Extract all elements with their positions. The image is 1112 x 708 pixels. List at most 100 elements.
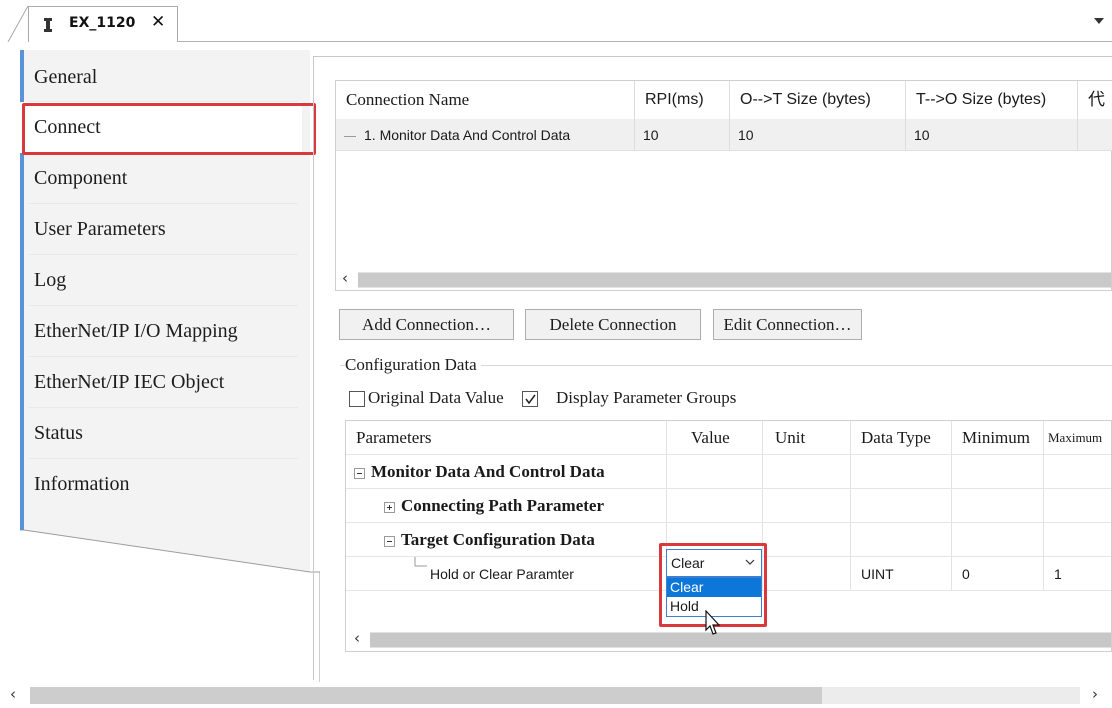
scroll-thumb[interactable] <box>358 273 1111 287</box>
nav-item-log[interactable]: Log <box>20 255 302 306</box>
original-data-value-checkbox[interactable] <box>349 391 365 407</box>
nav-item-label: EtherNet/IP IEC Object <box>34 371 225 393</box>
tree-node-label: Target Configuration Data <box>401 530 595 549</box>
dropdown-selected-value: Clear <box>671 555 705 571</box>
connection-name-cell: 1. Monitor Data And Control Data <box>336 119 635 150</box>
nav-item-ethernetip-iec-object[interactable]: EtherNet/IP IEC Object <box>20 357 302 408</box>
value-cell <box>667 455 763 488</box>
nav-item-information[interactable]: Information <box>20 459 302 510</box>
nav-item-user-parameters[interactable]: User Parameters <box>20 204 302 255</box>
maximum-cell <box>1044 455 1111 488</box>
column-header-data-type[interactable]: Data Type <box>851 421 952 454</box>
column-header-to-size[interactable]: T-->O Size (bytes) <box>906 81 1078 119</box>
scroll-left-icon[interactable]: ‹ <box>354 629 360 647</box>
tree-node-root: Monitor Data And Control Data <box>346 455 667 488</box>
param-name: Hold or Clear Paramter <box>430 566 574 582</box>
display-parameter-groups-label[interactable]: Display Parameter Groups <box>556 388 736 408</box>
value-dropdown[interactable]: Clear <box>666 549 762 577</box>
collapse-icon[interactable] <box>384 535 395 547</box>
nav-item-label: User Parameters <box>34 218 166 240</box>
unit-cell <box>763 523 851 556</box>
scroll-thumb[interactable] <box>370 633 1111 647</box>
minimum-cell <box>952 489 1044 522</box>
nav-item-label: Log <box>34 269 67 291</box>
table-row[interactable]: Connecting Path Parameter <box>346 489 1111 523</box>
column-header-connection-name[interactable]: Connection Name <box>336 81 635 119</box>
collapse-icon[interactable] <box>354 467 365 479</box>
data-type-cell <box>851 455 952 488</box>
table-row[interactable]: 1. Monitor Data And Control Data 10 10 1… <box>336 119 1112 151</box>
to-size-cell: 10 <box>906 119 1078 150</box>
param-name-cell: Hold or Clear Paramter <box>346 557 667 590</box>
data-type-cell <box>851 489 952 522</box>
edit-connection-button[interactable]: Edit Connection… <box>713 309 862 340</box>
value-cell <box>667 489 763 522</box>
nav-item-label: Connect <box>34 116 101 138</box>
tree-line <box>414 557 427 567</box>
column-header-parameters[interactable]: Parameters <box>346 421 667 454</box>
maximum-cell <box>1044 523 1111 556</box>
rpi-cell: 10 <box>635 119 730 150</box>
mouse-pointer-icon <box>705 610 721 635</box>
column-header-unit[interactable]: Unit <box>763 421 851 454</box>
column-header-rpi[interactable]: RPI(ms) <box>635 81 730 119</box>
nav-item-component[interactable]: Component <box>20 153 302 204</box>
nav-item-ethernetip-io-mapping[interactable]: EtherNet/IP I/O Mapping <box>20 306 302 357</box>
expand-icon[interactable] <box>384 501 395 513</box>
tab-title: EX_1120 <box>69 15 136 31</box>
scroll-left-icon[interactable]: ‹ <box>342 269 348 287</box>
nav-item-label: General <box>34 66 98 88</box>
maximum-cell: 1 <box>1054 566 1062 582</box>
nav-item-label: EtherNet/IP I/O Mapping <box>34 320 238 342</box>
close-icon[interactable]: ✕ <box>151 12 165 32</box>
unit-cell <box>763 489 851 522</box>
minimum-cell: 0 <box>952 557 1044 590</box>
nav-item-connect[interactable]: Connect <box>20 102 302 153</box>
original-data-value-label[interactable]: Original Data Value <box>368 388 504 408</box>
nav-item-label: Status <box>34 422 83 444</box>
parameter-table-scrollbar[interactable]: ‹ <box>346 629 1111 651</box>
extra-cell <box>1078 119 1112 150</box>
scroll-right-icon[interactable]: › <box>1092 685 1098 703</box>
column-header-value[interactable]: Value <box>667 421 763 454</box>
tab-bar: EX_1120 ✕ <box>0 0 1112 42</box>
table-row[interactable]: Monitor Data And Control Data <box>346 455 1111 489</box>
tree-node-label: Monitor Data And Control Data <box>371 462 605 481</box>
table-header: Connection Name RPI(ms) O-->T Size (byte… <box>336 81 1112 119</box>
unit-cell <box>763 557 851 590</box>
add-connection-button[interactable]: Add Connection… <box>339 309 514 340</box>
delete-connection-button[interactable]: Delete Connection <box>525 309 701 340</box>
data-type-cell <box>851 523 952 556</box>
nav-item-status[interactable]: Status <box>20 408 302 459</box>
device-icon <box>44 18 52 32</box>
tree-line <box>344 135 356 137</box>
minimum-cell <box>952 455 1044 488</box>
tree-node-target-config: Target Configuration Data <box>346 523 667 556</box>
column-header-maximum[interactable]: Maximum <box>1044 421 1111 454</box>
nav-item-general[interactable]: General <box>20 52 302 102</box>
display-parameter-groups-checkbox[interactable] <box>522 391 538 407</box>
nav-list: General Connect Component User Parameter… <box>20 52 302 510</box>
scroll-thumb[interactable] <box>30 687 822 704</box>
dropdown-option-clear[interactable]: Clear <box>667 578 761 597</box>
connection-table[interactable]: Connection Name RPI(ms) O-->T Size (byte… <box>335 80 1112 291</box>
column-header-minimum[interactable]: Minimum <box>952 421 1044 454</box>
column-header-ot-size[interactable]: O-->T Size (bytes) <box>730 81 906 119</box>
page-horizontal-scrollbar[interactable]: ‹ › <box>0 682 1112 708</box>
chevron-down-icon[interactable] <box>1094 18 1104 24</box>
configuration-data-caption: Configuration Data <box>345 355 481 375</box>
checkmark-icon <box>525 394 536 405</box>
maximum-cell <box>1044 489 1111 522</box>
table-header: Parameters Value Unit Data Type Minimum … <box>346 421 1111 455</box>
scroll-left-icon[interactable]: ‹ <box>10 685 16 703</box>
connection-table-scrollbar[interactable]: ‹ <box>336 269 1111 290</box>
column-header-extra[interactable]: 代 <box>1078 81 1112 119</box>
data-type-cell: UINT <box>851 557 952 590</box>
tree-node-connecting-path: Connecting Path Parameter <box>346 489 667 522</box>
unit-cell <box>763 455 851 488</box>
chevron-down-icon[interactable] <box>745 559 755 566</box>
tree-node-label: Connecting Path Parameter <box>401 496 605 515</box>
parameter-table[interactable]: Parameters Value Unit Data Type Minimum … <box>345 420 1112 652</box>
nav-item-label: Component <box>34 167 128 189</box>
document-tab[interactable]: EX_1120 ✕ <box>28 6 178 42</box>
